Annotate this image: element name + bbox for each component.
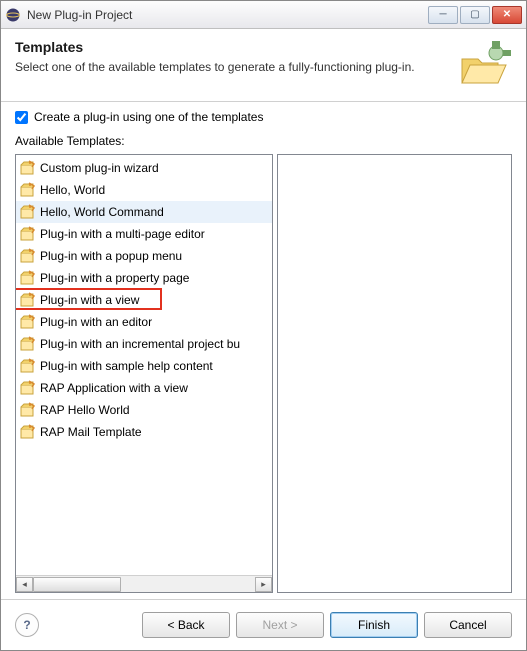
list-item-label: RAP Mail Template: [40, 425, 142, 439]
close-button[interactable]: ✕: [492, 6, 522, 24]
button-bar: ? < Back Next > Finish Cancel: [1, 599, 526, 650]
templates-list[interactable]: Custom plug-in wizard Hello, World Hello, …: [15, 154, 273, 593]
list-item-label: Hello, World Command: [40, 205, 164, 219]
list-item-label: Plug-in with an editor: [40, 315, 152, 329]
list-item[interactable]: Plug-in with a multi-page editor: [16, 223, 272, 245]
list-item[interactable]: RAP Hello World: [16, 399, 272, 421]
next-button[interactable]: Next >: [236, 612, 324, 638]
finish-button[interactable]: Finish: [330, 612, 418, 638]
list-item-label: Plug-in with a view: [40, 293, 139, 307]
scroll-thumb[interactable]: [33, 577, 121, 592]
use-template-checkbox-input[interactable]: [15, 111, 28, 124]
list-item[interactable]: RAP Application with a view: [16, 377, 272, 399]
template-icon: [20, 248, 36, 264]
use-template-checkbox[interactable]: Create a plug-in using one of the templa…: [15, 110, 512, 124]
template-icon: [20, 424, 36, 440]
scroll-left-arrow[interactable]: ◂: [16, 577, 33, 592]
content-area: Create a plug-in using one of the templa…: [1, 102, 526, 599]
template-icon: [20, 270, 36, 286]
template-icon: [20, 292, 36, 308]
template-icon: [20, 160, 36, 176]
scroll-track[interactable]: [33, 577, 255, 592]
maximize-button[interactable]: ▢: [460, 6, 490, 24]
template-icon: [20, 380, 36, 396]
template-icon: [20, 226, 36, 242]
use-template-checkbox-label: Create a plug-in using one of the templa…: [34, 110, 263, 124]
list-item[interactable]: Hello, World: [16, 179, 272, 201]
list-item[interactable]: Plug-in with an incremental project bu: [16, 333, 272, 355]
list-item[interactable]: Plug-in with a popup menu: [16, 245, 272, 267]
page-description: Select one of the available templates to…: [15, 59, 446, 75]
list-item-label: Plug-in with a popup menu: [40, 249, 182, 263]
list-item-label: Hello, World: [40, 183, 105, 197]
list-item-label: Custom plug-in wizard: [40, 161, 159, 175]
template-icon: [20, 314, 36, 330]
dialog-window: New Plug-in Project ─ ▢ ✕ Templates Sele…: [0, 0, 527, 651]
list-item-label: Plug-in with sample help content: [40, 359, 213, 373]
available-templates-label: Available Templates:: [15, 134, 512, 148]
list-item-label: RAP Hello World: [40, 403, 130, 417]
window-title: New Plug-in Project: [27, 8, 428, 22]
templates-split: Custom plug-in wizard Hello, World Hello, …: [15, 154, 512, 593]
list-item[interactable]: RAP Mail Template: [16, 421, 272, 443]
cancel-button[interactable]: Cancel: [424, 612, 512, 638]
titlebar: New Plug-in Project ─ ▢ ✕: [1, 1, 526, 29]
list-item[interactable]: Plug-in with sample help content: [16, 355, 272, 377]
back-button[interactable]: < Back: [142, 612, 230, 638]
horizontal-scrollbar[interactable]: ◂ ▸: [16, 575, 272, 592]
help-button[interactable]: ?: [15, 613, 39, 637]
wizard-banner-icon: [456, 39, 512, 87]
list-item[interactable]: Hello, World Command: [16, 201, 272, 223]
list-item-label: RAP Application with a view: [40, 381, 188, 395]
list-item-label: Plug-in with a multi-page editor: [40, 227, 205, 241]
template-icon: [20, 182, 36, 198]
list-item[interactable]: Plug-in with a property page: [16, 267, 272, 289]
eclipse-icon: [5, 7, 21, 23]
template-icon: [20, 204, 36, 220]
template-icon: [20, 336, 36, 352]
template-icon: [20, 358, 36, 374]
scroll-right-arrow[interactable]: ▸: [255, 577, 272, 592]
template-preview: [277, 154, 512, 593]
window-controls: ─ ▢ ✕: [428, 6, 522, 24]
list-item-label: Plug-in with a property page: [40, 271, 189, 285]
minimize-button[interactable]: ─: [428, 6, 458, 24]
list-item[interactable]: Plug-in with an editor: [16, 311, 272, 333]
wizard-header: Templates Select one of the available te…: [1, 29, 526, 102]
list-item[interactable]: Custom plug-in wizard: [16, 157, 272, 179]
template-icon: [20, 402, 36, 418]
page-title: Templates: [15, 39, 446, 55]
list-item-label: Plug-in with an incremental project bu: [40, 337, 240, 351]
list-item[interactable]: Plug-in with a view: [16, 289, 272, 311]
